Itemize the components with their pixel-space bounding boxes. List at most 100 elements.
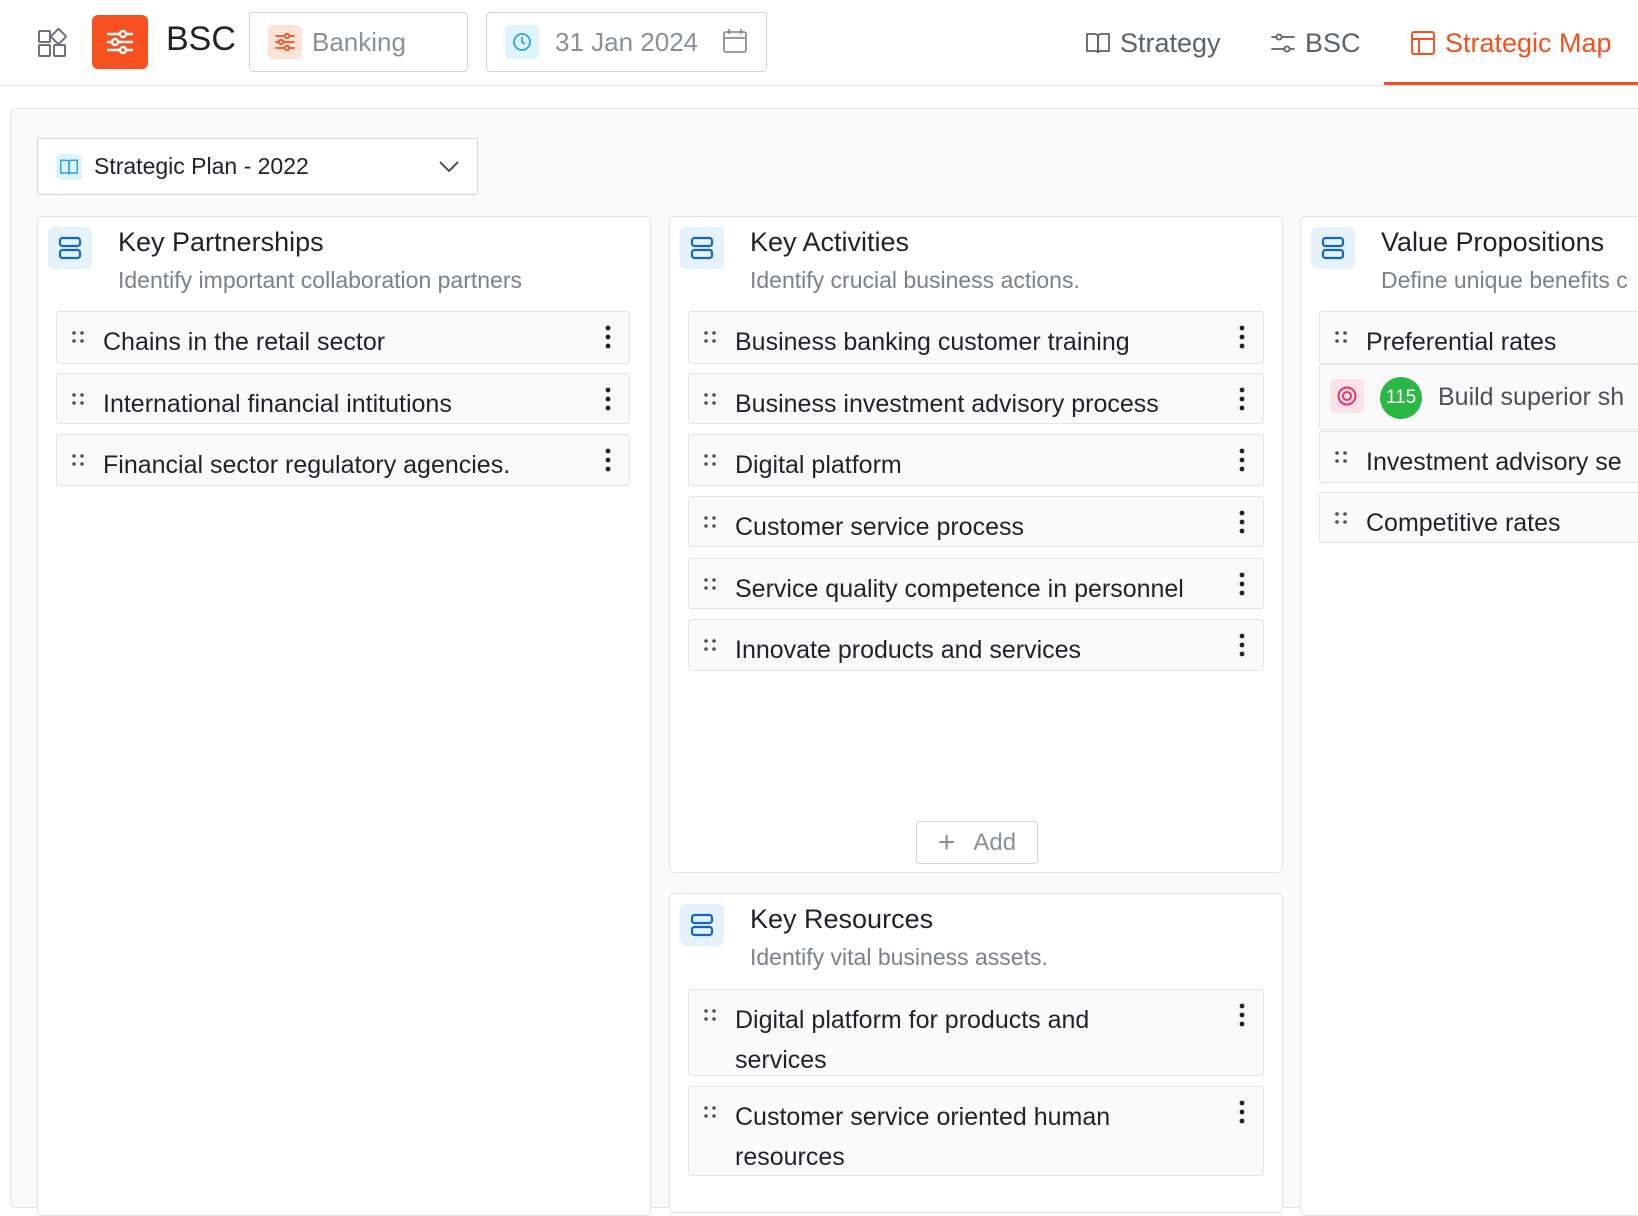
stack-icon bbox=[680, 227, 724, 269]
list-item-label: Investment advisory se bbox=[1366, 448, 1622, 476]
chevron-down-icon bbox=[437, 157, 461, 180]
list-item-label: Innovate products and services bbox=[735, 636, 1082, 664]
list-item-label: Business banking customer training bbox=[735, 328, 1130, 356]
organization-select-label: Banking bbox=[312, 26, 406, 57]
list-item-label: Customer service oriented human resource… bbox=[735, 1097, 1110, 1177]
list-item-label-line: resources bbox=[735, 1143, 845, 1171]
more-vertical-icon[interactable] bbox=[1239, 386, 1245, 417]
objective-count-badge: 115 bbox=[1380, 377, 1422, 419]
tab-strategy-label: Strategy bbox=[1120, 27, 1221, 58]
column-subtitle: Identify crucial business actions. bbox=[750, 267, 1080, 293]
strategic-plan-label: Strategic Plan - 2022 bbox=[94, 153, 309, 179]
list-item-label: Build superior sh bbox=[1438, 383, 1625, 411]
drag-handle-icon[interactable] bbox=[71, 453, 85, 472]
tab-bsc[interactable]: BSC bbox=[1270, 20, 1361, 66]
drag-handle-icon[interactable] bbox=[703, 330, 717, 349]
tab-strategic-map[interactable]: Strategic Map bbox=[1410, 20, 1612, 66]
column-title: Key Partnerships bbox=[118, 227, 324, 257]
calendar-icon[interactable] bbox=[722, 28, 748, 59]
plus-icon: + bbox=[937, 825, 956, 859]
list-item-label-line: Customer service oriented human bbox=[735, 1103, 1111, 1131]
date-select[interactable]: 31 Jan 2024 bbox=[486, 12, 767, 72]
drag-handle-icon[interactable] bbox=[71, 330, 85, 349]
column-key-resources: Key Resources Identify vital business as… bbox=[669, 893, 1283, 1213]
drag-handle-icon[interactable] bbox=[703, 392, 717, 411]
app-name: BSC bbox=[166, 20, 236, 58]
more-vertical-icon[interactable] bbox=[1239, 509, 1245, 540]
drag-handle-icon[interactable] bbox=[703, 453, 717, 472]
more-vertical-icon[interactable] bbox=[605, 324, 611, 355]
organization-select[interactable]: Banking bbox=[249, 12, 468, 72]
active-tab-indicator bbox=[1384, 82, 1638, 85]
list-item[interactable]: Digital platform for products and servic… bbox=[688, 989, 1264, 1076]
column-title: Key Activities bbox=[750, 227, 910, 257]
list-item[interactable]: Preferential rates bbox=[1319, 311, 1638, 364]
list-item-label: Preferential rates bbox=[1366, 328, 1557, 356]
list-item[interactable]: Customer service oriented human resource… bbox=[688, 1086, 1264, 1176]
column-key-partnerships: Key Partnerships Identify important coll… bbox=[37, 216, 651, 1216]
more-vertical-icon[interactable] bbox=[1239, 1002, 1245, 1033]
drag-handle-icon[interactable] bbox=[71, 392, 85, 411]
tab-strategy[interactable]: Strategy bbox=[1085, 20, 1221, 66]
list-item[interactable]: Customer service process bbox=[688, 496, 1264, 547]
list-item[interactable]: International financial intitutions bbox=[56, 373, 630, 424]
more-vertical-icon[interactable] bbox=[1239, 632, 1245, 663]
list-item-label: Chains in the retail sector bbox=[103, 328, 386, 356]
list-item[interactable]: Competitive rates bbox=[1319, 492, 1638, 543]
column-title: Key Resources bbox=[750, 904, 934, 934]
list-item-label: Service quality competence in personnel bbox=[735, 575, 1184, 603]
drag-handle-icon[interactable] bbox=[703, 1008, 717, 1027]
column-title: Value Propositions bbox=[1381, 227, 1605, 257]
list-item-label-line: Digital platform for products and bbox=[735, 1006, 1090, 1034]
stack-icon bbox=[48, 227, 92, 269]
target-icon bbox=[1330, 379, 1364, 413]
drag-handle-icon[interactable] bbox=[1334, 330, 1348, 349]
more-vertical-icon[interactable] bbox=[1239, 1099, 1245, 1130]
list-item-label: Digital platform bbox=[735, 451, 902, 479]
column-subtitle: Define unique benefits c bbox=[1381, 267, 1628, 293]
strategic-plan-select[interactable]: Strategic Plan - 2022 bbox=[37, 138, 478, 195]
list-item[interactable]: Investment advisory se bbox=[1319, 431, 1638, 483]
add-item-label: Add bbox=[973, 828, 1017, 856]
list-item-label: Customer service process bbox=[735, 513, 1024, 541]
drag-handle-icon[interactable] bbox=[703, 515, 717, 534]
clock-icon bbox=[505, 25, 539, 59]
apps-grid-icon[interactable] bbox=[36, 26, 70, 60]
list-item-label: International financial intitutions bbox=[103, 390, 452, 418]
column-subtitle: Identify important collaboration partner… bbox=[118, 267, 522, 293]
list-item-label: Financial sector regulatory agencies. bbox=[103, 451, 511, 479]
date-select-label: 31 Jan 2024 bbox=[555, 26, 699, 57]
book-icon bbox=[1086, 33, 1110, 54]
drag-handle-icon[interactable] bbox=[703, 638, 717, 657]
list-item[interactable]: Innovate products and services bbox=[688, 619, 1264, 671]
drag-handle-icon[interactable] bbox=[1334, 450, 1348, 469]
more-vertical-icon[interactable] bbox=[1239, 571, 1245, 602]
add-item-button[interactable]: + Add bbox=[916, 821, 1038, 864]
list-item[interactable]: Digital platform bbox=[688, 434, 1264, 486]
more-vertical-icon[interactable] bbox=[1239, 324, 1245, 355]
stack-icon bbox=[680, 904, 724, 946]
tab-bsc-label: BSC bbox=[1305, 27, 1361, 58]
more-vertical-icon[interactable] bbox=[1239, 447, 1245, 478]
list-item-objective[interactable]: 115 Build superior sh bbox=[1319, 364, 1638, 430]
column-subtitle: Identify vital business assets. bbox=[750, 944, 1048, 970]
list-item[interactable]: Business banking customer training bbox=[688, 311, 1264, 364]
drag-handle-icon[interactable] bbox=[703, 1105, 717, 1124]
more-vertical-icon[interactable] bbox=[605, 386, 611, 417]
list-item[interactable]: Financial sector regulatory agencies. bbox=[56, 434, 630, 486]
column-value-propositions: Value Propositions Define unique benefit… bbox=[1300, 216, 1638, 1216]
more-vertical-icon[interactable] bbox=[605, 447, 611, 478]
list-item-label: Business investment advisory process bbox=[735, 390, 1159, 418]
list-item-label: Competitive rates bbox=[1366, 509, 1561, 537]
drag-handle-icon[interactable] bbox=[1334, 511, 1348, 530]
list-item-label-line: services bbox=[735, 1046, 827, 1074]
map-layout-icon bbox=[1411, 31, 1435, 55]
top-bar: BSC Banking 31 Jan 2024 Strategy BSC Str… bbox=[0, 0, 1638, 86]
drag-handle-icon[interactable] bbox=[703, 577, 717, 596]
book-icon bbox=[56, 153, 82, 180]
list-item[interactable]: Chains in the retail sector bbox=[56, 311, 630, 364]
list-item[interactable]: Business investment advisory process bbox=[688, 373, 1264, 424]
tab-strategic-map-label: Strategic Map bbox=[1445, 27, 1612, 58]
app-logo-icon[interactable] bbox=[92, 15, 148, 69]
list-item[interactable]: Service quality competence in personnel bbox=[688, 558, 1264, 609]
